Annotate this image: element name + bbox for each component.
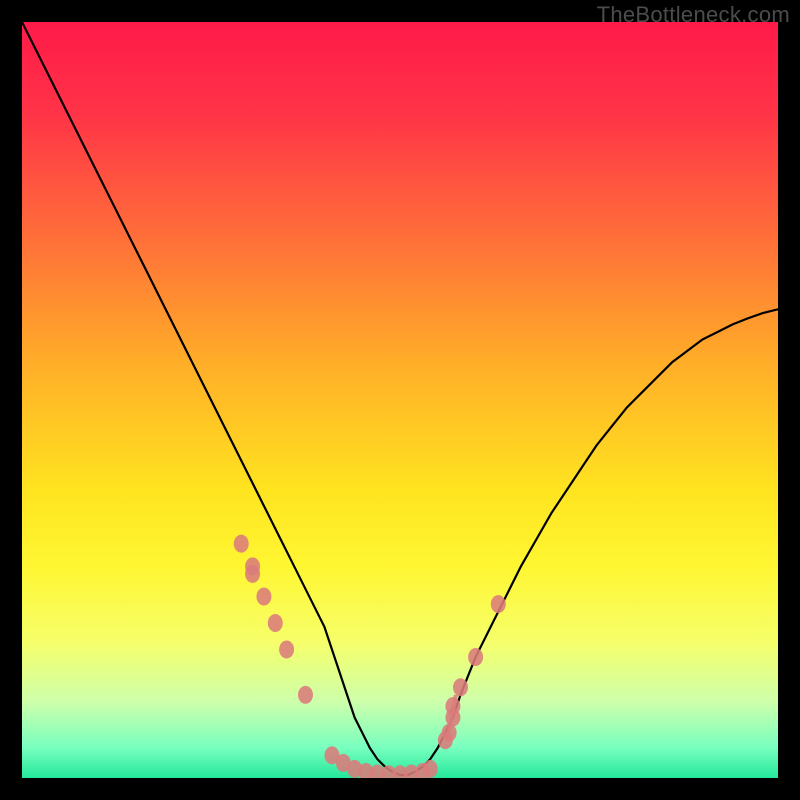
bottleneck-chart — [22, 22, 778, 778]
marker-point — [279, 640, 294, 658]
marker-point — [491, 595, 506, 613]
marker-point — [256, 588, 271, 606]
marker-point — [245, 565, 260, 583]
gradient-background — [22, 22, 778, 778]
marker-point — [423, 760, 438, 778]
marker-point — [453, 678, 468, 696]
watermark-text: TheBottleneck.com — [597, 2, 790, 28]
chart-frame — [22, 22, 778, 778]
marker-point — [468, 648, 483, 666]
marker-point — [298, 686, 313, 704]
marker-point — [268, 614, 283, 632]
marker-point — [234, 535, 249, 553]
